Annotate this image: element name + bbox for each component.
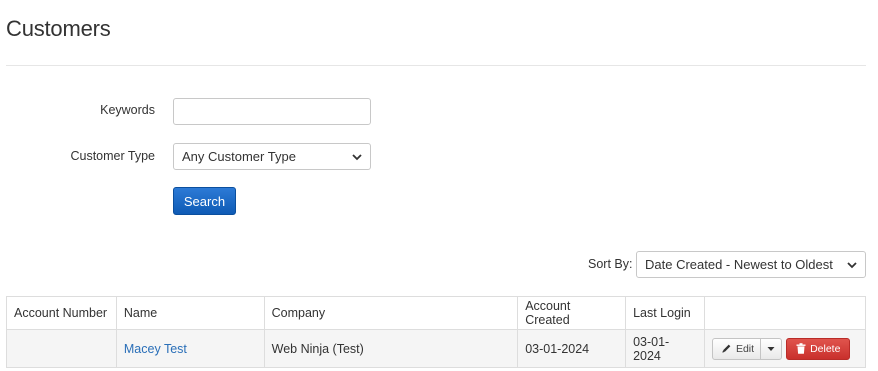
cell-account-created: 03-01-2024 xyxy=(517,329,627,368)
customers-table: Account Number Name Company Account Crea… xyxy=(6,296,867,368)
edit-dropdown-toggle[interactable] xyxy=(761,339,781,359)
delete-button-label: Delete xyxy=(810,342,841,355)
column-header-last-login[interactable]: Last Login xyxy=(625,296,705,330)
cell-account-number xyxy=(6,329,117,368)
sort-by-select[interactable]: Date Created - Newest to Oldest xyxy=(636,251,866,278)
customer-type-selected-value: Any Customer Type xyxy=(182,149,296,164)
customer-type-select[interactable]: Any Customer Type xyxy=(173,143,371,170)
keywords-input[interactable] xyxy=(173,98,371,125)
cell-last-login: 03-01-2024 xyxy=(625,329,705,368)
chevron-down-icon xyxy=(847,261,857,268)
search-button[interactable]: Search xyxy=(173,187,236,215)
sort-by-label: Sort By: xyxy=(588,257,633,271)
edit-button[interactable]: Edit xyxy=(713,338,762,359)
column-header-actions xyxy=(703,296,867,330)
customer-type-label: Customer Type xyxy=(70,149,155,163)
customer-name-link[interactable]: Macey Test xyxy=(124,342,187,356)
sort-by-selected-value: Date Created - Newest to Oldest xyxy=(645,257,833,272)
title-divider xyxy=(6,65,866,66)
column-header-company[interactable]: Company xyxy=(263,296,519,330)
edit-button-label: Edit xyxy=(735,342,755,355)
column-header-account-created[interactable]: Account Created xyxy=(517,296,627,330)
edit-split-button: Edit xyxy=(711,337,783,360)
cell-name: Macey Test xyxy=(115,329,265,368)
trash-icon xyxy=(796,343,806,354)
delete-button[interactable]: Delete xyxy=(786,337,851,360)
row-actions: Edit Delete xyxy=(711,337,858,360)
cell-company: Web Ninja (Test) xyxy=(263,329,519,368)
column-header-account-number[interactable]: Account Number xyxy=(6,296,117,330)
column-header-name[interactable]: Name xyxy=(115,296,265,330)
caret-down-icon xyxy=(767,346,775,351)
keywords-label: Keywords xyxy=(100,103,155,117)
page-title: Customers xyxy=(6,16,111,41)
pencil-icon xyxy=(722,344,731,353)
chevron-down-icon xyxy=(352,153,362,160)
table-row: Macey Test Web Ninja (Test) 03-01-2024 0… xyxy=(6,329,867,368)
table-header-row: Account Number Name Company Account Crea… xyxy=(6,296,867,330)
cell-actions: Edit Delete xyxy=(703,329,867,368)
